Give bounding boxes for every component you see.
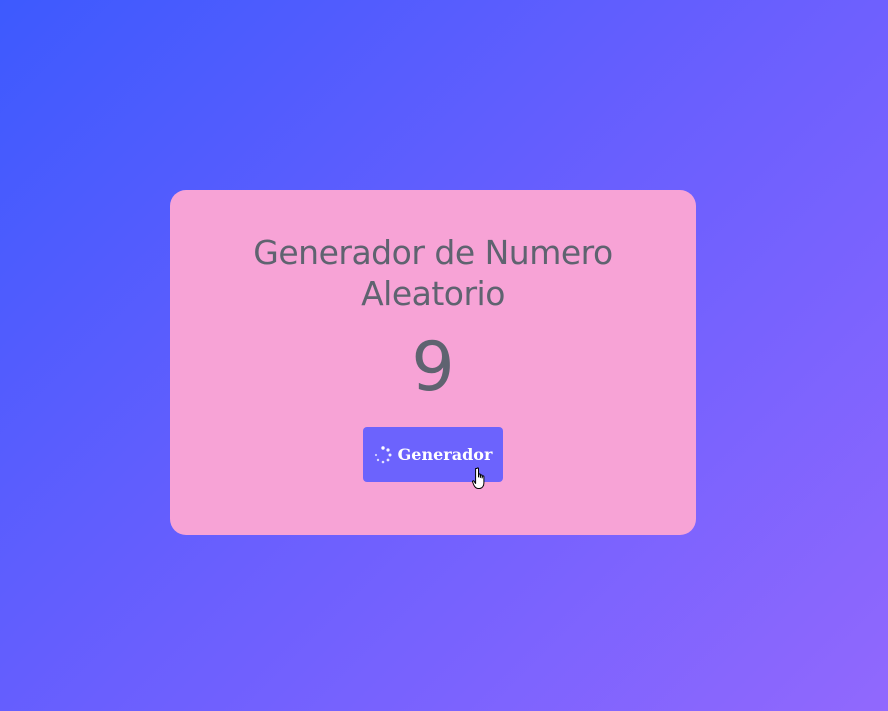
generator-card: Generador de Numero Aleatorio 9 Generado…	[170, 190, 696, 535]
card-title: Generador de Numero Aleatorio	[253, 233, 613, 313]
random-number: 9	[411, 328, 455, 407]
hand-pointer-cursor-icon	[472, 467, 485, 489]
spinner-icon	[374, 445, 392, 463]
generate-button-label: Generador	[397, 445, 493, 464]
